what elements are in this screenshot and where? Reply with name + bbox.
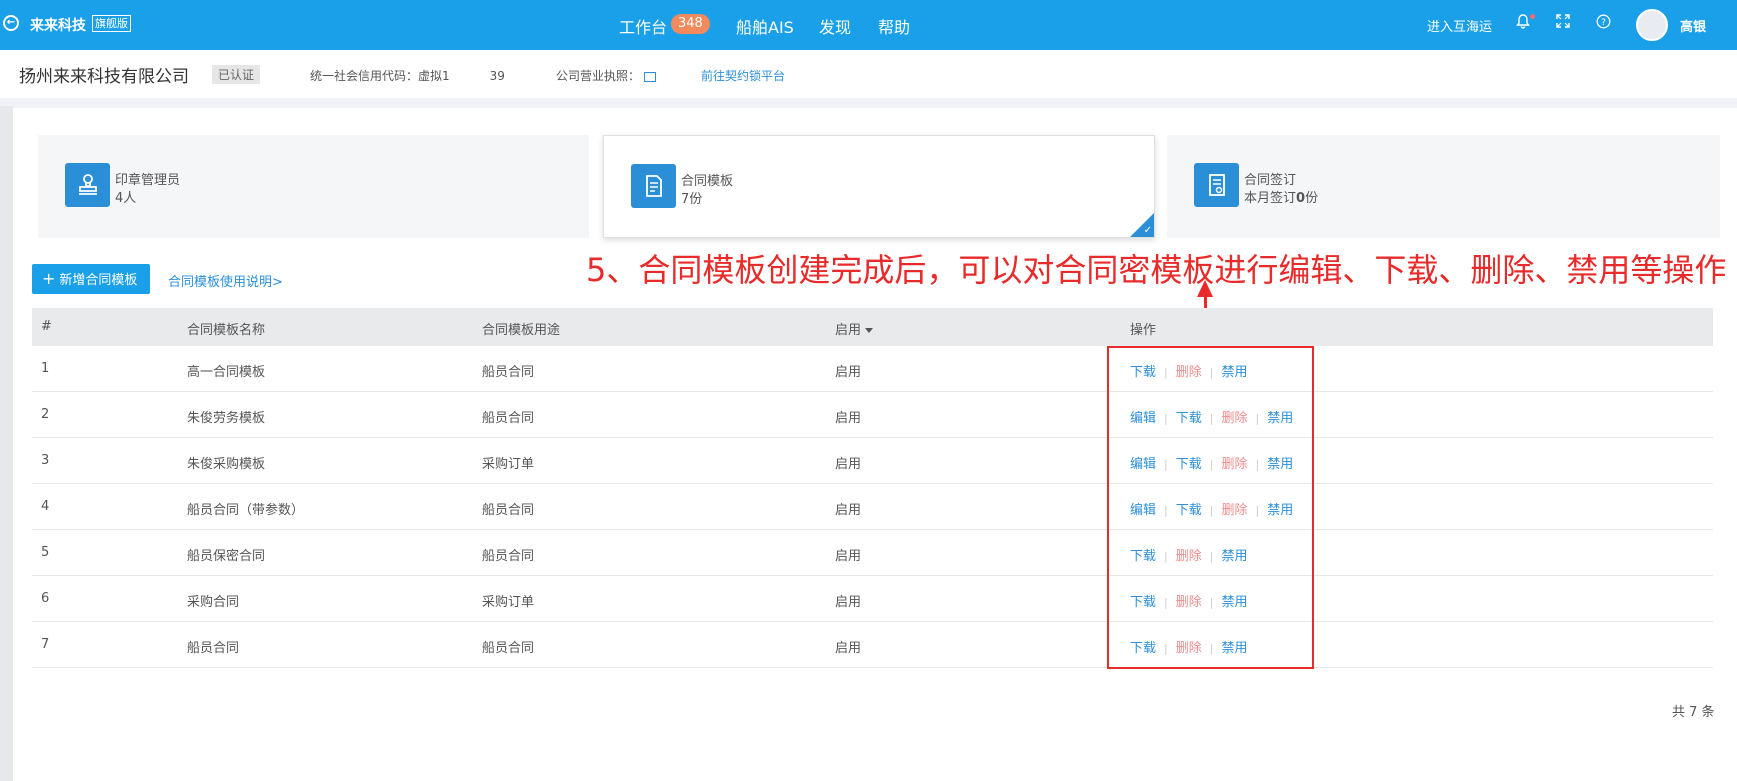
row-status: 启用 [835, 641, 862, 656]
caret-down-icon[interactable] [865, 328, 874, 333]
row-template-name: 朱俊劳务模板 [187, 411, 266, 426]
workbench-badge: 348 [671, 14, 710, 34]
business-license: 公司营业执照： [556, 67, 657, 84]
row-index: 4 [41, 499, 50, 514]
help-circle-icon[interactable]: ? [1594, 14, 1612, 32]
row-status: 启用 [835, 411, 862, 426]
company-name: 扬州来来科技有限公司 [19, 67, 189, 87]
check-icon: ✓ [1143, 225, 1152, 236]
back-icon[interactable]: ← [3, 15, 19, 31]
row-template-purpose: 采购订单 [482, 457, 535, 472]
credit-code-suffix: 39 [489, 69, 505, 83]
nav-help[interactable]: 帮助 [878, 14, 910, 38]
col-actions: 操作 [1130, 323, 1157, 338]
seal-icon [65, 163, 110, 207]
card-monthly-count: 本月签订0份 [1244, 187, 1318, 206]
row-template-name: 高一合同模板 [187, 365, 266, 380]
row-template-name: 船员保密合同 [187, 549, 266, 564]
row-status: 启用 [835, 549, 862, 564]
document-icon [631, 164, 676, 208]
add-template-label: 新增合同模板 [59, 273, 138, 288]
row-template-purpose: 船员合同 [482, 365, 535, 380]
row-template-purpose: 船员合同 [482, 411, 535, 426]
image-icon[interactable] [644, 71, 657, 82]
card-sub-suffix: 份 [1305, 191, 1319, 206]
add-template-button[interactable]: + 新增合同模板 [32, 264, 150, 294]
row-template-name: 朱俊采购模板 [187, 457, 266, 472]
credit-code-label: 统一社会信用代码：虚拟1 [310, 69, 450, 83]
card-count: 4人 [115, 191, 137, 206]
table-row: 7 船员合同 船员合同 启用 下载 | 删除 | 禁用 [32, 622, 1713, 668]
row-template-purpose: 采购订单 [482, 595, 535, 610]
row-template-name: 船员合同 [187, 641, 240, 656]
annotation-text: 5、合同模板创建完成后，可以对合同密模板进行编辑、下载、删除、禁用等操作 [586, 251, 1727, 289]
card-contract-template[interactable]: 合同模板 7份 ✓ [603, 135, 1155, 238]
nav-ship-ais[interactable]: 船舶AIS [736, 14, 794, 38]
business-license-label: 公司营业执照： [556, 69, 641, 83]
col-template-purpose: 合同模板用途 [482, 323, 561, 338]
enter-hhy-link[interactable]: 进入互海运 [1427, 16, 1492, 35]
template-help-link[interactable]: 合同模板使用说明> [168, 271, 283, 290]
col-template-name: 合同模板名称 [187, 323, 266, 338]
total-count: 共 7 条 [1672, 705, 1715, 720]
row-template-purpose: 船员合同 [482, 549, 535, 564]
col-status[interactable]: 启用 [835, 319, 874, 338]
row-status: 启用 [835, 365, 862, 380]
row-template-name: 船员合同（带参数） [187, 503, 305, 518]
card-title: 印章管理员 [115, 173, 181, 188]
masked-redaction [449, 70, 490, 83]
card-contract-signing[interactable]: 合同签订 本月签订0份 [1167, 135, 1720, 238]
row-index: 1 [41, 361, 50, 376]
card-title: 合同签订 [1244, 173, 1297, 188]
row-status: 启用 [835, 503, 862, 518]
card-sub-prefix: 本月签订 [1244, 191, 1297, 206]
row-status: 启用 [835, 595, 862, 610]
brand-name: 来来科技 [30, 18, 86, 34]
row-status: 启用 [835, 457, 862, 472]
row-template-purpose: 船员合同 [482, 641, 535, 656]
annotation-highlight-box [1107, 346, 1314, 669]
row-index: 2 [41, 407, 50, 422]
col-index: # [41, 319, 52, 334]
row-index: 3 [41, 453, 50, 468]
row-index: 7 [41, 637, 50, 652]
nav-discover[interactable]: 发现 [819, 14, 851, 38]
card-seal-admin[interactable]: 印章管理员 4人 [38, 135, 589, 238]
nav-workbench[interactable]: 工作台 [619, 14, 667, 38]
table-row: 5 船员保密合同 船员合同 启用 下载 | 删除 | 禁用 [32, 530, 1713, 576]
row-index: 6 [41, 591, 50, 606]
row-template-purpose: 船员合同 [482, 503, 535, 518]
table-row: 3 朱俊采购模板 采购订单 启用 编辑 | 下载 | 删除 | 禁用 [32, 438, 1713, 484]
table-row: 6 采购合同 采购订单 启用 下载 | 删除 | 禁用 [32, 576, 1713, 622]
card-sub-number: 0 [1296, 191, 1306, 206]
card-count: 7份 [681, 192, 703, 207]
fullscreen-icon[interactable] [1554, 14, 1572, 32]
platform-link[interactable]: 前往契约锁平台 [701, 67, 785, 84]
row-index: 5 [41, 545, 50, 560]
annotation-arrow-head [1197, 280, 1213, 297]
brand-tag: 旗舰版 [92, 15, 131, 32]
table-row: 2 朱俊劳务模板 船员合同 启用 编辑 | 下载 | 删除 | 禁用 [32, 392, 1713, 438]
avatar[interactable] [1636, 9, 1668, 41]
top-nav-bar: ← 来来科技 旗舰版 工作台 348 船舶AIS 发现 帮助 进入互海运 ? 高… [0, 0, 1737, 50]
left-rail [0, 106, 13, 781]
contract-sign-icon [1194, 163, 1239, 207]
col-status-label: 启用 [835, 323, 862, 338]
credit-code: 统一社会信用代码：虚拟1 39 [310, 67, 505, 84]
company-info-bar: 扬州来来科技有限公司 已认证 统一社会信用代码：虚拟1 39 公司营业执照： 前往… [0, 50, 1737, 98]
svg-text:?: ? [1601, 18, 1606, 28]
row-template-name: 采购合同 [187, 595, 240, 610]
card-title: 合同模板 [681, 174, 734, 189]
plus-icon: + [42, 269, 56, 288]
table-header: # 合同模板名称 合同模板用途 启用 操作 [32, 308, 1713, 346]
username[interactable]: 高银 [1680, 16, 1706, 35]
notification-dot [1530, 14, 1535, 19]
table-row: 1 高一合同模板 船员合同 启用 下载 | 删除 | 禁用 [32, 346, 1713, 392]
table-row: 4 船员合同（带参数） 船员合同 启用 编辑 | 下载 | 删除 | 禁用 [32, 484, 1713, 530]
verified-badge: 已认证 [212, 65, 261, 84]
